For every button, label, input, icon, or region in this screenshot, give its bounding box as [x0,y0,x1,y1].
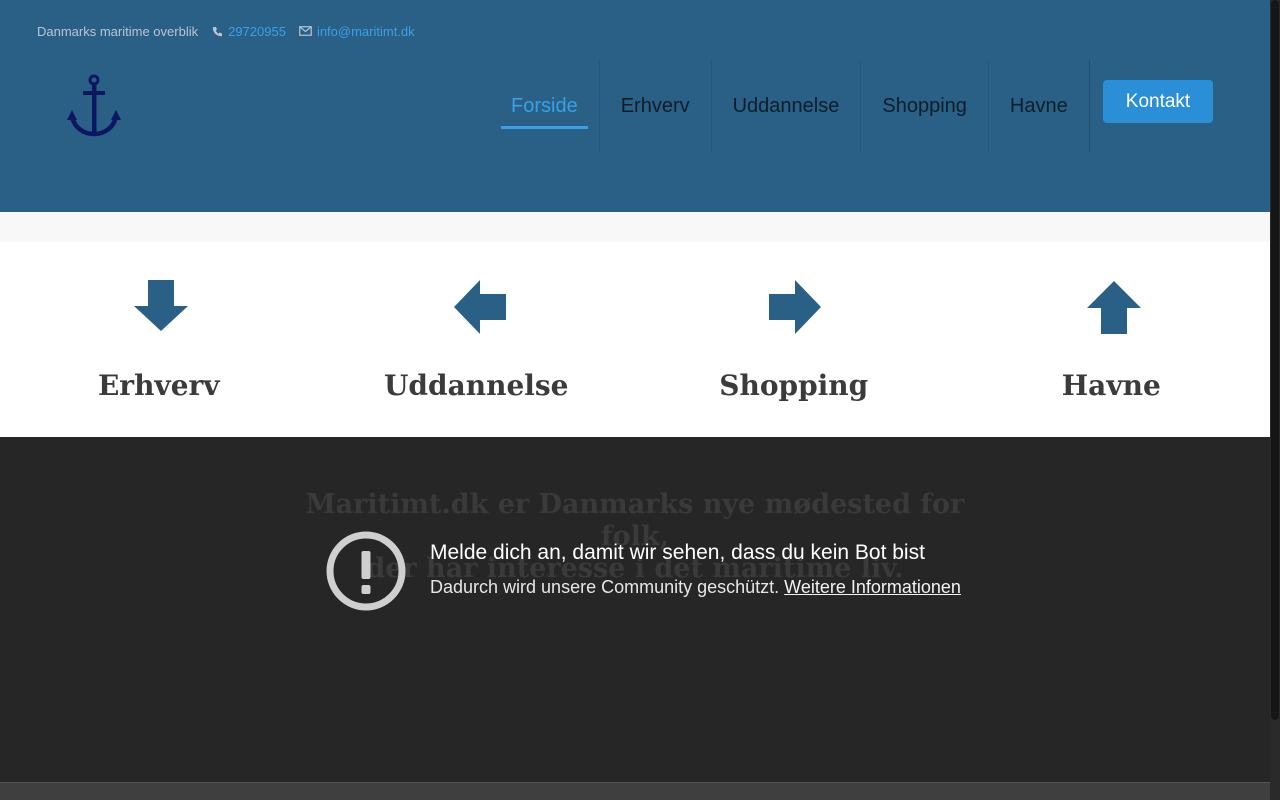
email-link[interactable]: info@maritimt.dk [317,24,415,39]
arrow-down-icon [134,280,188,331]
contact-button[interactable]: Kontakt [1103,80,1213,123]
nav-divider [1088,60,1090,152]
card-title: Erhverv [97,369,220,402]
card-shopping[interactable]: Shopping [635,242,953,437]
nav-item-shopping[interactable]: Shopping [860,60,988,152]
card-erhverv[interactable]: Erhverv [0,242,318,437]
notice-title: Melde dich an, damit wir sehen, dass du … [430,541,925,564]
card-title: Havne [1061,369,1161,402]
nav-item-uddannelse[interactable]: Uddannelse [710,60,861,152]
category-cards: Erhverv Uddannelse Shopping Havne [0,242,1270,437]
top-bar: Danmarks maritime overblik 29720955 info… [37,22,428,40]
mail-icon [299,26,312,36]
card-title: Shopping [719,369,869,402]
header-divider-strip [0,212,1270,242]
main-nav: Forside Erhverv Uddannelse Shopping Havn… [490,60,1090,152]
card-uddannelse[interactable]: Uddannelse [318,242,636,437]
email-item: info@maritimt.dk [299,24,415,39]
notice-text: Dadurch wird unsere Community geschützt.… [430,577,961,598]
notice-body: Dadurch wird unsere Community geschützt. [430,577,780,597]
site-tagline: Danmarks maritime overblik [37,23,199,39]
bot-check-notice: Melde dich an, damit wir sehen, dass du … [326,531,986,611]
phone-icon [212,26,223,36]
intro-section: Maritimt.dk er Danmarks nye mødested for… [0,437,1270,782]
exclamation-circle-icon [326,531,406,611]
nav-item-havne[interactable]: Havne [987,60,1089,152]
more-info-link[interactable]: Weitere Informationen [784,577,961,597]
card-title: Uddannelse [384,369,569,402]
phone-item: 29720955 [212,24,286,39]
site-header: Danmarks maritime overblik 29720955 info… [0,0,1270,212]
arrow-left-icon [453,280,506,334]
arrow-up-icon [1086,281,1141,334]
site-logo[interactable] [66,74,124,138]
nav-item-forside[interactable]: Forside [490,60,599,152]
nav-item-erhverv[interactable]: Erhverv [598,60,711,152]
arrow-right-icon [769,280,821,334]
phone-link[interactable]: 29720955 [228,24,286,39]
bottom-bar [0,782,1270,800]
scrollbar-thumb[interactable] [1271,0,1279,720]
card-havne[interactable]: Havne [953,242,1271,437]
anchor-icon [67,74,121,137]
